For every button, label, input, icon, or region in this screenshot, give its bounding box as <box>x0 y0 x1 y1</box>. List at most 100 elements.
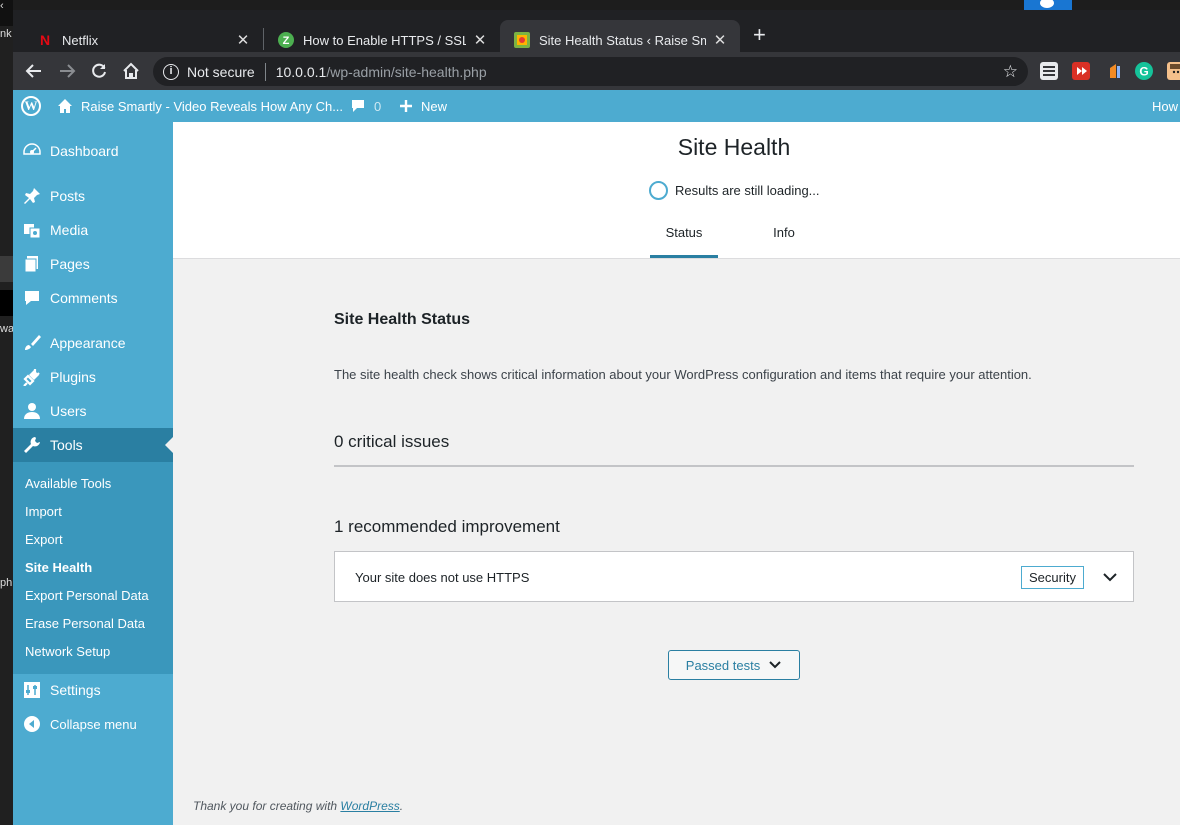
back-icon[interactable] <box>23 60 45 82</box>
collapse-icon <box>22 714 42 734</box>
submenu-available-tools[interactable]: Available Tools <box>25 476 111 491</box>
pages-icon <box>22 254 42 274</box>
reload-icon[interactable] <box>88 60 110 82</box>
chevron-down-icon[interactable] <box>1101 568 1119 586</box>
close-icon[interactable]: ✕ <box>235 31 251 49</box>
site-favicon <box>514 32 530 48</box>
grammarly-icon[interactable]: G <box>1135 62 1153 80</box>
passed-tests-label: Passed tests <box>685 657 761 673</box>
wp-admin-bar: W Raise Smartly - Video Reveals How Any … <box>13 90 1180 122</box>
wrench-icon <box>22 435 42 455</box>
tools-submenu: Available Tools Import Export Site Healt… <box>13 462 173 674</box>
close-icon[interactable]: ✕ <box>712 31 728 49</box>
menu-item-media[interactable]: Media <box>13 213 173 247</box>
page-title: Site Health <box>677 134 791 160</box>
submenu-export[interactable]: Export <box>25 532 63 547</box>
tab-info[interactable]: Info <box>753 218 815 258</box>
site-name-link[interactable]: Raise Smartly - Video Reveals How Any Ch… <box>57 90 343 122</box>
progress-circle-icon <box>649 181 668 200</box>
home-icon[interactable] <box>120 60 142 82</box>
collapse-menu-button[interactable]: Collapse menu <box>13 707 173 741</box>
brush-icon <box>22 333 42 353</box>
comments-link[interactable]: 0 <box>350 90 381 122</box>
critical-issues-count: 0 critical issues <box>334 432 450 451</box>
browser-toolbar: i Not secure 10.0.0.1 /wp-admin/site-hea… <box>13 52 1180 90</box>
menu-item-settings[interactable]: Settings <box>13 673 173 707</box>
wordpress-link[interactable]: WordPress <box>340 799 399 813</box>
zapier-icon: Z <box>278 32 294 48</box>
comments-count: 0 <box>374 98 382 114</box>
divider <box>334 465 1134 467</box>
info-icon[interactable]: i <box>163 63 179 80</box>
submenu-export-personal-data[interactable]: Export Personal Data <box>25 588 149 603</box>
menu-label: Plugins <box>50 369 96 385</box>
menu-item-plugins[interactable]: Plugins <box>13 360 173 394</box>
site-name: Raise Smartly - Video Reveals How Any Ch… <box>81 98 344 114</box>
extension-icon-list[interactable] <box>1040 62 1058 80</box>
recommended-improvements-count: 1 recommended improvement <box>334 517 560 536</box>
footer-end: . <box>399 799 404 813</box>
menu-label: Settings <box>50 682 101 698</box>
menu-label: Collapse menu <box>50 716 137 732</box>
footer-text: Thank you for creating with <box>193 799 341 813</box>
svg-text:G: G <box>1139 65 1148 79</box>
home-icon <box>58 99 72 113</box>
menu-label: Tools <box>50 437 83 453</box>
section-title: Site Health Status <box>334 311 471 328</box>
netflix-icon: N <box>39 32 51 48</box>
menu-label: Media <box>50 222 89 238</box>
tab-status[interactable]: Status <box>650 218 718 258</box>
wordpress-logo-icon[interactable]: W <box>21 90 41 122</box>
address-bar[interactable]: i Not secure 10.0.0.1 /wp-admin/site-hea… <box>153 57 1028 86</box>
submenu-import[interactable]: Import <box>25 504 62 519</box>
user-icon <box>22 401 42 421</box>
new-label: New <box>421 98 448 114</box>
admin-footer: Thank you for creating with WordPress. <box>193 799 403 813</box>
menu-item-posts[interactable]: Posts <box>13 179 173 213</box>
new-tab-icon[interactable]: + <box>753 22 766 48</box>
menu-label: Pages <box>50 256 90 272</box>
submenu-network-setup[interactable]: Network Setup <box>25 644 110 659</box>
menu-item-dashboard[interactable]: Dashboard <box>13 134 173 168</box>
passed-tests-button[interactable]: Passed tests <box>668 650 800 680</box>
account-link[interactable]: How <box>1152 90 1178 122</box>
menu-item-appearance[interactable]: Appearance <box>13 326 173 360</box>
bookmark-star-icon[interactable]: ☆ <box>1003 62 1018 82</box>
extension-icon-tag[interactable] <box>1106 62 1124 80</box>
menu-label: Posts <box>50 188 86 204</box>
extension-icon-video[interactable] <box>1072 62 1090 80</box>
loading-text: Results are still loading... <box>675 183 820 198</box>
account-label: How <box>1152 98 1179 114</box>
profile-avatar[interactable] <box>1167 62 1180 80</box>
desktop-edge: ‹ nk wa ph <box>0 0 13 825</box>
menu-item-tools[interactable]: Tools <box>13 428 173 462</box>
close-icon[interactable]: ✕ <box>472 31 488 49</box>
menu-label: Dashboard <box>50 143 119 159</box>
security-label: Not secure <box>187 63 255 80</box>
section-description: The site health check shows critical inf… <box>334 367 1032 382</box>
submenu-erase-personal-data[interactable]: Erase Personal Data <box>25 616 145 631</box>
menu-item-pages[interactable]: Pages <box>13 247 173 281</box>
tab-title: Site Health Status ‹ Raise Smartly <box>539 32 706 48</box>
forward-icon[interactable] <box>56 60 78 82</box>
main-content: Site Health Results are still loading...… <box>173 122 1180 825</box>
menu-item-users[interactable]: Users <box>13 394 173 428</box>
settings-icon <box>22 680 42 700</box>
menu-label: Appearance <box>50 335 126 351</box>
site-health-header: Site Health Results are still loading...… <box>173 122 1180 259</box>
plug-icon <box>22 367 42 387</box>
new-content-link[interactable]: New <box>399 90 447 122</box>
tab-title: Netflix <box>62 32 99 48</box>
issue-https[interactable]: Your site does not use HTTPS Security <box>334 551 1134 602</box>
chevron-down-icon <box>769 661 781 669</box>
plus-icon <box>400 100 412 112</box>
url-path: /wp-admin/site-health.php <box>326 63 487 80</box>
admin-sidebar: Dashboard Posts Media Pages Comments App… <box>13 122 173 825</box>
taskbar-app-icon <box>1024 0 1072 10</box>
dashboard-icon <box>22 141 42 161</box>
menu-label: Comments <box>50 290 118 306</box>
url-host: 10.0.0.1 <box>275 63 327 80</box>
submenu-site-health[interactable]: Site Health <box>25 560 92 575</box>
comment-icon <box>352 100 364 112</box>
menu-item-comments[interactable]: Comments <box>13 281 173 315</box>
